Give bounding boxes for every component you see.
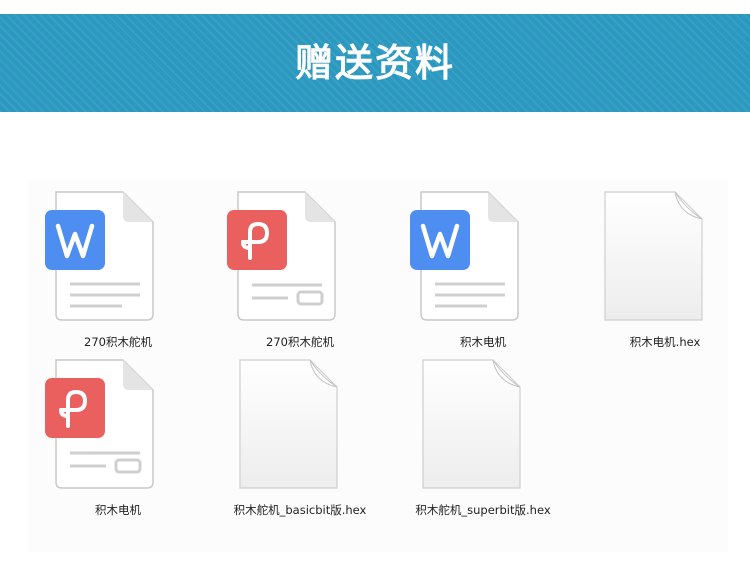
file-name: 积木舵机_basicbit版.hex bbox=[233, 503, 367, 517]
file-name: 270积木舵机 bbox=[84, 335, 152, 349]
file-grid: 270积木舵机 270积木舵机 积木电机 积木电机.hex 积木电机 积木舵机_… bbox=[28, 180, 728, 552]
file-item[interactable]: 积木电机.hex bbox=[575, 186, 750, 349]
wps-writer-icon bbox=[410, 191, 519, 321]
file-name: 积木舵机_superbit版.hex bbox=[415, 503, 551, 517]
header-banner: 赠送资料 bbox=[0, 14, 750, 112]
file-item[interactable]: 270积木舵机 bbox=[210, 186, 390, 349]
file-item[interactable]: 积木电机 bbox=[393, 186, 573, 349]
file-item[interactable]: 积木舵机_superbit版.hex bbox=[393, 354, 573, 517]
wps-pdf-icon bbox=[227, 191, 336, 321]
file-item[interactable]: 270积木舵机 bbox=[28, 186, 208, 349]
file-name: 积木电机 bbox=[95, 503, 141, 517]
file-item[interactable]: 积木电机 bbox=[28, 354, 208, 517]
wps-pdf-icon bbox=[45, 359, 154, 489]
blank-file-icon bbox=[422, 359, 521, 489]
blank-file-icon bbox=[239, 359, 338, 489]
wps-writer-icon bbox=[45, 191, 154, 321]
file-name: 270积木舵机 bbox=[266, 335, 334, 349]
page-title: 赠送资料 bbox=[294, 41, 455, 85]
file-name: 积木电机 bbox=[460, 335, 506, 349]
file-name: 积木电机.hex bbox=[629, 335, 701, 349]
file-item[interactable]: 积木舵机_basicbit版.hex bbox=[210, 354, 390, 517]
blank-file-icon bbox=[604, 191, 703, 321]
